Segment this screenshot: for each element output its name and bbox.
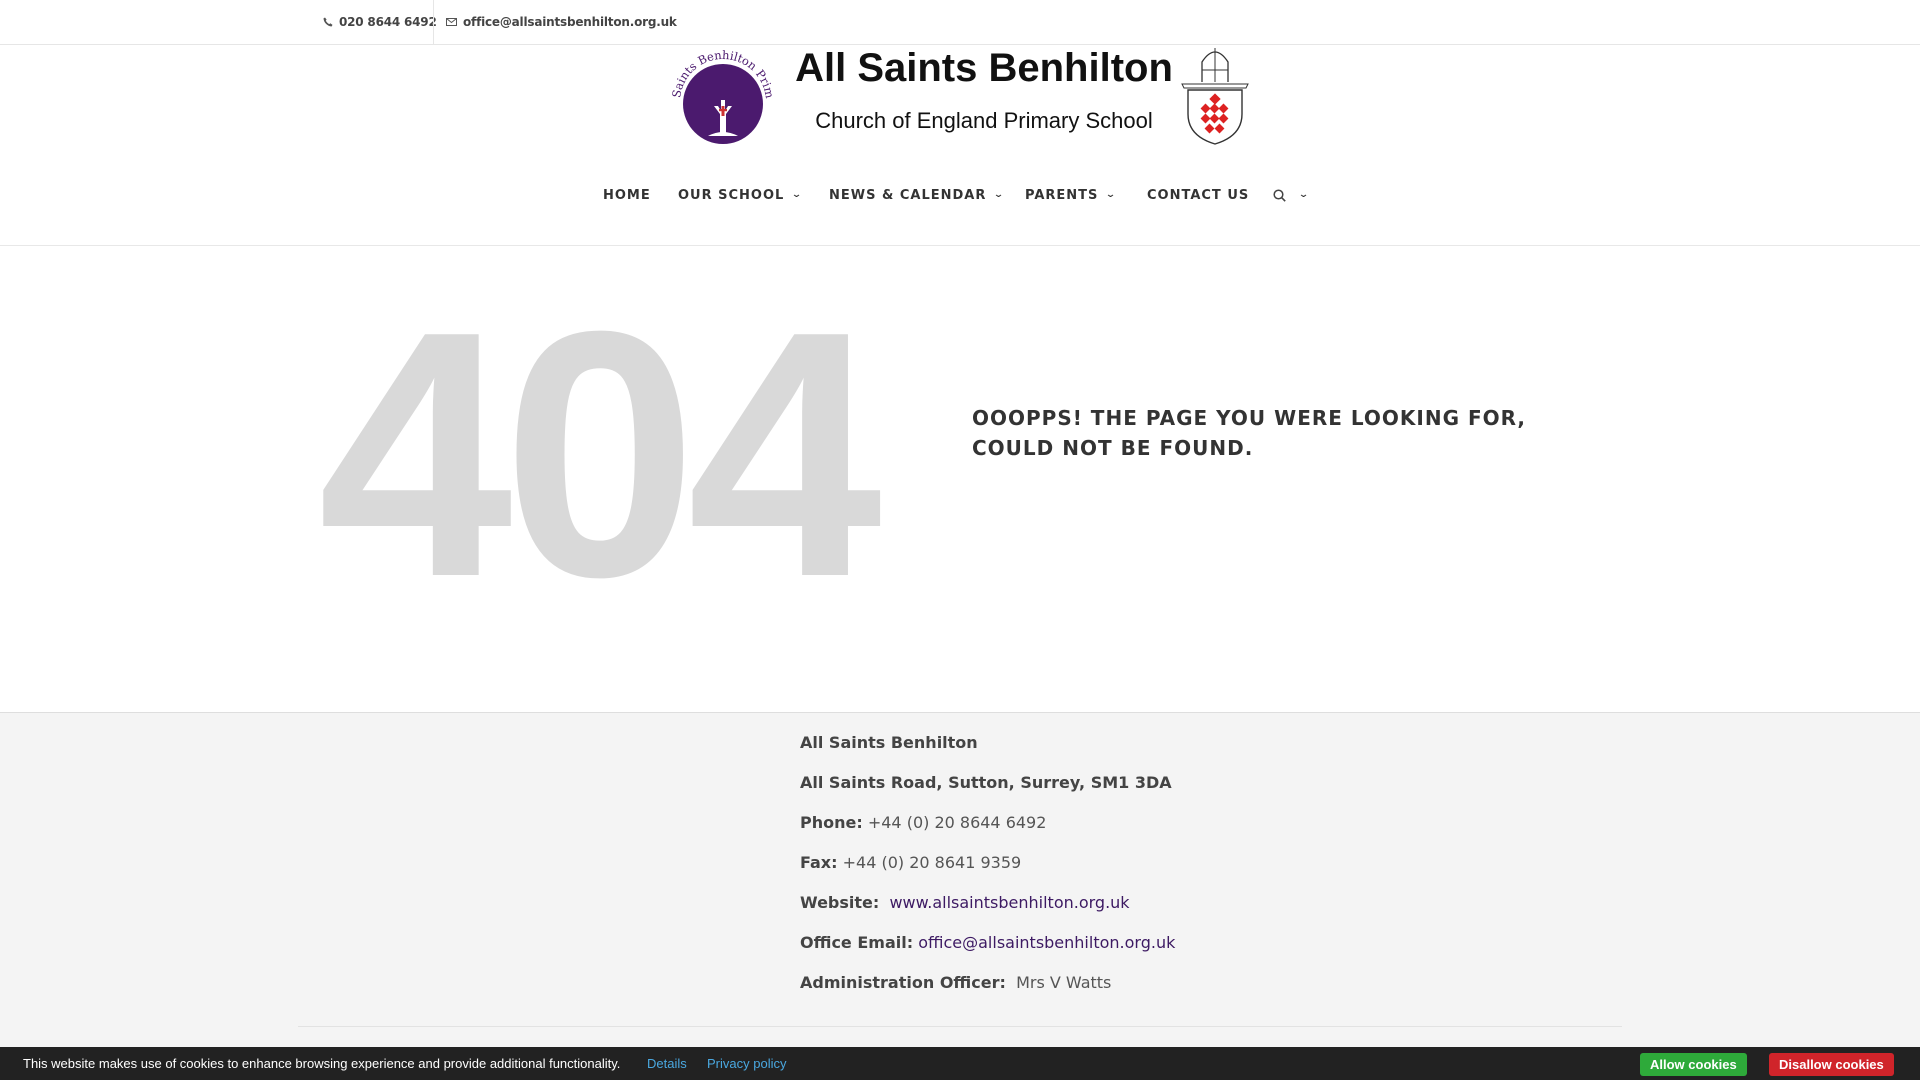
phone-icon: [323, 17, 333, 27]
cookie-message: This website makes use of cookies to enh…: [23, 1056, 621, 1071]
nav-item-label: HOME: [603, 187, 651, 203]
topbar-email[interactable]: office@allsaintsbenhilton.org.uk: [446, 0, 677, 44]
school-logo[interactable]: All Saints Benhilton Primary: [670, 44, 776, 148]
footer-address: All Saints Road, Sutton, Surrey, SM1 3DA: [800, 773, 1172, 792]
topbar-phone[interactable]: 020 8644 6492: [323, 0, 437, 44]
nav-search-toggle[interactable]: ⌄: [1273, 178, 1309, 212]
footer-phone-label: Phone:: [800, 813, 863, 832]
error-message: OOOPPS! THE PAGE YOU WERE LOOKING FOR, C…: [972, 406, 1527, 460]
envelope-icon: [446, 18, 457, 26]
top-bar: 020 8644 6492 office@allsaintsbenhilton.…: [0, 0, 1920, 45]
footer-school-name: All Saints Benhilton: [800, 733, 978, 752]
footer-phone: Phone: +44 (0) 20 8644 6492: [800, 813, 1046, 832]
footer-fax-value: +44 (0) 20 8641 9359: [842, 853, 1022, 872]
diocese-crest-icon: [1181, 48, 1249, 145]
nav-item-parents[interactable]: PARENTS ⌄: [1025, 178, 1116, 212]
cookie-details-link[interactable]: Details: [647, 1056, 687, 1071]
site-subtitle: Church of England Primary School: [815, 108, 1153, 133]
nav-item-home[interactable]: HOME: [603, 178, 651, 212]
nav-item-label: PARENTS: [1025, 187, 1099, 203]
footer: All Saints Benhilton All Saints Road, Su…: [0, 712, 1920, 1080]
nav-item-contact-us[interactable]: CONTACT US: [1147, 178, 1249, 212]
chevron-down-icon: ⌄: [993, 190, 1006, 200]
footer-website: Website: www.allsaintsbenhilton.org.uk: [800, 893, 1130, 912]
topbar-divider: [433, 0, 434, 44]
footer-admin: Administration Officer: Mrs V Watts: [800, 973, 1111, 992]
footer-fax-label: Fax:: [800, 853, 838, 872]
footer-admin-label: Administration Officer:: [800, 973, 1006, 992]
nav-item-label: NEWS & CALENDAR: [829, 187, 987, 203]
privacy-policy-link[interactable]: Privacy policy: [707, 1056, 786, 1071]
allow-cookies-button[interactable]: Allow cookies: [1640, 1053, 1747, 1076]
topbar-email-text: office@allsaintsbenhilton.org.uk: [463, 15, 677, 29]
footer-divider: [298, 1026, 1622, 1027]
nav-item-news-calendar[interactable]: NEWS & CALENDAR ⌄: [829, 178, 1004, 212]
search-icon: [1273, 188, 1286, 202]
footer-email: Office Email: office@allsaintsbenhilton.…: [800, 933, 1175, 952]
footer-admin-value: Mrs V Watts: [1016, 973, 1112, 992]
footer-website-link[interactable]: www.allsaintsbenhilton.org.uk: [889, 893, 1129, 912]
footer-email-label: Office Email:: [800, 933, 914, 952]
site-title[interactable]: All Saints Benhilton: [770, 46, 1198, 91]
cookie-banner: This website makes use of cookies to enh…: [0, 1047, 1920, 1080]
nav-item-label: OUR SCHOOL: [678, 187, 785, 203]
error-code: 404: [318, 259, 882, 650]
disallow-cookies-button[interactable]: Disallow cookies: [1769, 1053, 1894, 1076]
chevron-down-icon: ⌄: [1105, 190, 1118, 200]
footer-fax: Fax: +44 (0) 20 8641 9359: [800, 853, 1021, 872]
nav-item-label: CONTACT US: [1147, 187, 1250, 203]
chevron-down-icon: ⌄: [791, 190, 804, 200]
chevron-down-icon: ⌄: [1298, 190, 1311, 200]
nav-divider: [0, 245, 1920, 246]
topbar-phone-text: 020 8644 6492: [339, 15, 437, 29]
main-nav: HOME OUR SCHOOL ⌄ NEWS & CALENDAR ⌄ PARE…: [0, 178, 1920, 212]
footer-website-label: Website:: [800, 893, 880, 912]
nav-item-our-school[interactable]: OUR SCHOOL ⌄: [678, 178, 802, 212]
footer-email-link[interactable]: office@allsaintsbenhilton.org.uk: [918, 933, 1175, 952]
footer-phone-value: +44 (0) 20 8644 6492: [867, 813, 1047, 832]
